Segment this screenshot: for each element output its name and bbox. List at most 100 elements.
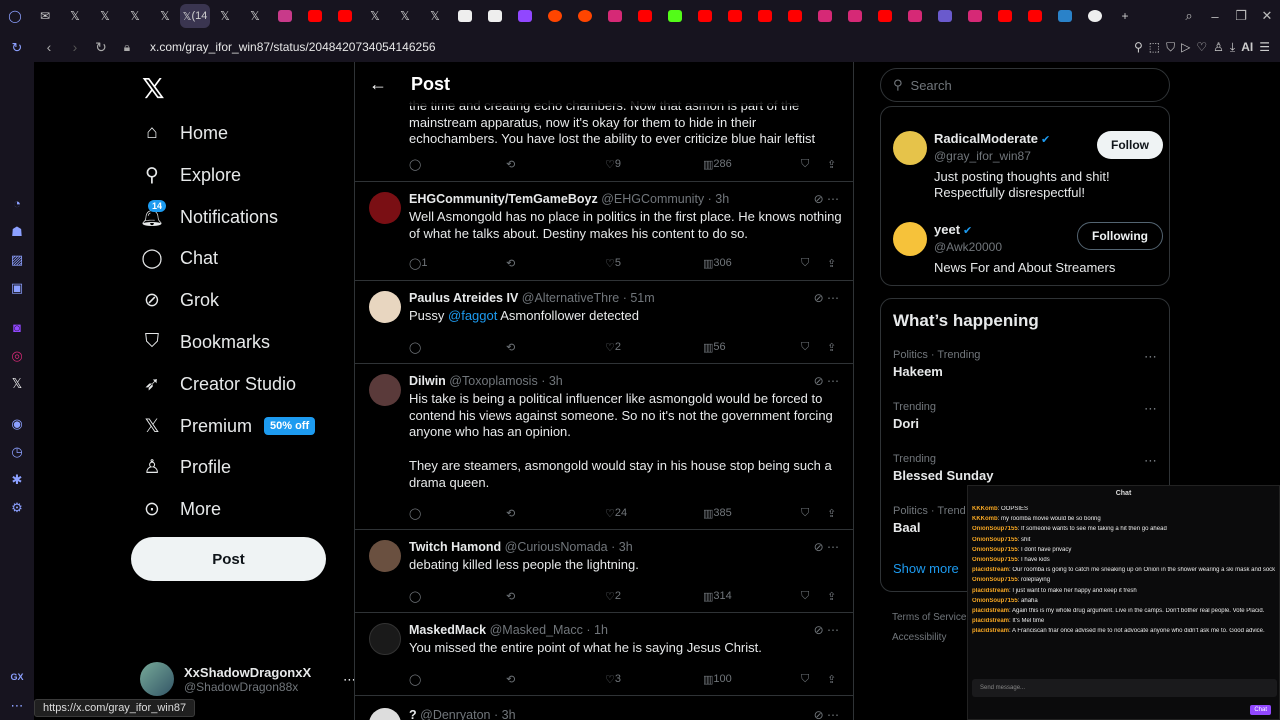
tab-icon-instagram[interactable] — [960, 1, 990, 31]
account-switcher[interactable]: XxShadowDragonxX @ShadowDragon88x ⋯ — [140, 662, 356, 696]
retweet-icon[interactable]: ⟲ — [506, 590, 515, 603]
share-icon[interactable]: ⇪ — [827, 507, 836, 520]
trend-item[interactable]: Trending Dori ⋯ — [893, 401, 1159, 431]
bookmark-icon[interactable]: ⛉ — [801, 341, 809, 354]
tab-icon-play[interactable] — [480, 1, 510, 31]
tab-icon-misc[interactable] — [1050, 1, 1080, 31]
bot-icon[interactable]: ☗ — [8, 224, 26, 242]
settings-icon[interactable]: ⚙ — [8, 500, 26, 518]
share-icon[interactable]: ⇪ — [827, 590, 836, 603]
new-tab-button[interactable]: + — [1110, 1, 1140, 31]
tab-icon-reddit[interactable] — [570, 1, 600, 31]
handle[interactable]: @AlternativeThre — [522, 291, 619, 305]
grok-icon[interactable]: ⊘ — [814, 623, 824, 637]
history-icon[interactable]: ◷ — [8, 444, 26, 462]
views-icon[interactable]: ▥ 306 — [703, 257, 732, 270]
download-icon[interactable]: ⤓ — [1230, 40, 1235, 55]
accessibility-link[interactable]: Accessibility — [892, 628, 966, 648]
reply-icon[interactable]: ◯ — [409, 158, 421, 171]
nav-notifications[interactable]: 🔔︎ 14 Notifications — [140, 200, 278, 233]
tab-icon-x[interactable]: 𝕏 — [360, 1, 390, 31]
chat-username[interactable]: OnionSoup7155 — [972, 526, 1018, 532]
reply-icon[interactable]: ◯ — [409, 341, 421, 354]
avatar[interactable] — [369, 623, 401, 655]
retweet-icon[interactable]: ⟲ — [506, 507, 515, 520]
bookmark-icon[interactable]: ⛉ — [801, 158, 809, 171]
tab-icon-x[interactable]: 𝕏 — [420, 1, 450, 31]
opera-gx-logo-icon[interactable]: ◯ — [0, 1, 30, 31]
tab-icon-twitch[interactable] — [510, 1, 540, 31]
handle[interactable]: @EHGCommunity — [601, 192, 704, 206]
tab-icon-x[interactable]: 𝕏 — [150, 1, 180, 31]
chat-input[interactable]: Send message... — [972, 679, 1277, 697]
more-dots-icon[interactable]: ⋯ — [827, 291, 839, 305]
grok-icon[interactable]: ⊘ — [814, 192, 824, 206]
tab-icon-x[interactable]: 𝕏 — [210, 1, 240, 31]
retweet-icon[interactable]: ⟲ — [506, 257, 515, 270]
like-icon[interactable]: ♡ 5 — [605, 257, 621, 270]
snapshot-icon[interactable]: ⬚ — [1149, 40, 1160, 54]
tweet[interactable]: MaskedMack @Masked_Macc · 1h ⊘ ⋯ You mis… — [355, 613, 853, 696]
tweet[interactable]: Twitch Hamond @CuriousNomada · 3h ⊘ ⋯ de… — [355, 530, 853, 613]
trend-item[interactable]: Politics · Trending Hakeem ⋯ — [893, 349, 1159, 379]
like-icon[interactable]: ♡ 2 — [605, 590, 621, 603]
tab-icon-instagram[interactable] — [840, 1, 870, 31]
timestamp[interactable]: · 1h — [586, 623, 608, 637]
share-icon[interactable]: ⇪ — [827, 257, 836, 270]
x-sidebar-icon[interactable]: 𝕏 — [8, 376, 26, 394]
more-dots-icon[interactable]: ⋯ — [827, 623, 839, 637]
tab-icon-google[interactable] — [1080, 1, 1110, 31]
share-icon[interactable]: ⇪ — [827, 158, 836, 171]
m-icon[interactable]: ▣ — [8, 280, 26, 298]
chat-username[interactable]: placidstream — [972, 618, 1009, 624]
handle[interactable]: @Toxoplamosis — [449, 374, 537, 388]
tab-icon-play[interactable] — [450, 1, 480, 31]
more-dots-icon[interactable]: ⋯ — [1144, 453, 1157, 469]
grok-icon[interactable]: ⊘ — [814, 291, 824, 305]
tab-icon-x[interactable]: 𝕏 — [120, 1, 150, 31]
avatar[interactable] — [369, 291, 401, 323]
tab-icon-x[interactable]: 𝕏 — [390, 1, 420, 31]
display-name[interactable]: Paulus Atreides IV — [409, 291, 518, 305]
chat-send-button[interactable]: Chat — [1250, 705, 1271, 715]
user-name[interactable]: yeet ✔ — [934, 222, 972, 237]
bookmark-icon[interactable]: ⛉ — [801, 257, 809, 270]
play-icon[interactable]: ▷ — [1181, 40, 1190, 54]
chat-username[interactable]: KKKomb — [972, 506, 998, 512]
back-arrow-icon[interactable]: ← — [369, 74, 387, 95]
bookmark-icon[interactable]: ⛉ — [801, 507, 809, 520]
views-icon[interactable]: ▥ 56 — [703, 341, 726, 354]
nav-explore[interactable]: ⚲ Explore — [140, 159, 241, 191]
account-icon[interactable]: ♙ — [1213, 40, 1224, 54]
follow-button[interactable]: Follow — [1097, 131, 1163, 159]
heart-icon[interactable]: ♡ — [1196, 40, 1207, 54]
tab-icon-mail[interactable]: ✉ — [30, 1, 60, 31]
minimize-icon[interactable]: – — [1202, 9, 1228, 24]
display-name[interactable]: MaskedMack — [409, 623, 486, 637]
grok-icon[interactable]: ⊘ — [814, 540, 824, 554]
handle[interactable]: @Denryaton — [420, 708, 490, 720]
ai-button[interactable]: AI — [1241, 40, 1253, 54]
more-icon[interactable]: ⋯ — [8, 698, 26, 716]
like-icon[interactable]: ♡ 24 — [605, 507, 627, 520]
tab-icon-youtube[interactable] — [300, 1, 330, 31]
nav-bookmarks[interactable]: ⛉ Bookmarks — [140, 326, 270, 358]
tweet[interactable]: EHGCommunity/TemGameBoyz @EHGCommunity ·… — [355, 182, 853, 281]
x-logo-icon[interactable]: 𝕏 — [142, 72, 165, 105]
tweet[interactable]: ? @Denryaton · 3h ⊘ ⋯ — [355, 696, 853, 720]
chat-username[interactable]: placidstream — [972, 588, 1009, 594]
tab-icon-instagram[interactable] — [810, 1, 840, 31]
more-dots-icon[interactable]: ⋯ — [827, 708, 839, 720]
timestamp[interactable]: · 3h — [708, 192, 730, 206]
shield-icon[interactable]: ⛉ — [1166, 40, 1175, 55]
tab-icon-kick[interactable] — [660, 1, 690, 31]
share-icon[interactable]: ⇪ — [827, 341, 836, 354]
tab-icon-youtube[interactable] — [690, 1, 720, 31]
chat-username[interactable]: placidstream — [972, 628, 1009, 634]
menu-icon[interactable]: ☰ — [1259, 40, 1270, 54]
bookmark-icon[interactable]: ⛉ — [801, 590, 809, 603]
display-name[interactable]: ? — [409, 708, 417, 720]
tab-icon-misc[interactable] — [930, 1, 960, 31]
avatar[interactable] — [369, 192, 401, 224]
tab-icon-youtube[interactable] — [990, 1, 1020, 31]
